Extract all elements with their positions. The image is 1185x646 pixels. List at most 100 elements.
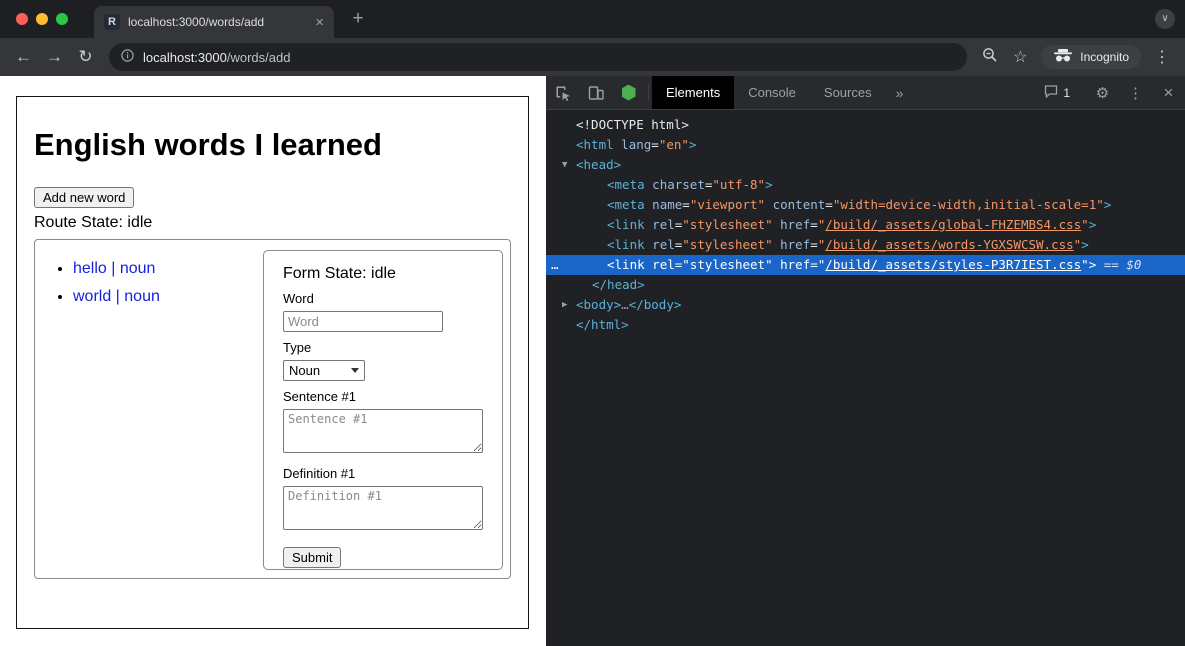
code-token: <meta	[607, 177, 645, 192]
code-token: "stylesheet"	[682, 237, 772, 252]
word-link-world[interactable]: world | noun	[73, 288, 160, 305]
form-state-text: Form State: idle	[283, 265, 483, 283]
dom-tree-line[interactable]: </head>	[546, 275, 1185, 295]
code-token: rel	[652, 257, 675, 272]
sentence-label: Sentence #1	[283, 389, 483, 404]
browser-menu-kebab-icon[interactable]: ⋮	[1147, 47, 1177, 67]
url-host: localhost:3000	[143, 50, 227, 65]
code-token: >	[765, 177, 773, 192]
code-token: name	[652, 197, 682, 212]
device-toolbar-icon[interactable]	[579, 76, 612, 109]
code-token: <!DOCTYPE html>	[576, 117, 689, 132]
dom-tree-line[interactable]: <html lang="en">	[546, 135, 1185, 155]
type-select[interactable]: Noun	[283, 360, 365, 381]
message-count: 1	[1063, 86, 1070, 100]
sentence-textarea[interactable]	[283, 409, 483, 453]
new-tab-button[interactable]: +	[346, 7, 370, 31]
extension-hexagon-icon[interactable]	[612, 76, 645, 109]
code-token: "utf-8"	[712, 177, 765, 192]
code-token	[773, 217, 781, 232]
dom-tree-line[interactable]: <link rel="stylesheet" href="/build/_ass…	[546, 215, 1185, 235]
submit-button[interactable]: Submit	[283, 547, 341, 568]
url-path: /words/add	[227, 50, 291, 65]
bookmark-star-icon[interactable]: ☆	[1005, 47, 1035, 67]
site-info-icon[interactable]	[121, 49, 134, 65]
code-token: href	[780, 217, 810, 232]
add-new-word-button[interactable]: Add new word	[34, 187, 134, 208]
tab-console[interactable]: Console	[734, 76, 810, 109]
console-messages-badge[interactable]: 1	[1035, 84, 1079, 101]
devtools-menu-kebab-icon[interactable]: ⋮	[1119, 84, 1152, 102]
code-token	[1096, 257, 1104, 272]
code-token: charset	[652, 177, 705, 192]
dom-tree-line[interactable]: …<link rel="stylesheet" href="/build/_as…	[546, 255, 1185, 275]
close-window-button[interactable]	[16, 13, 28, 25]
tab-title: localhost:3000/words/add	[128, 15, 309, 29]
devtools-close-icon[interactable]: ×	[1152, 83, 1185, 103]
overflow-ellipsis-icon[interactable]: …	[551, 255, 559, 275]
code-token: =	[825, 197, 833, 212]
expanded-arrow-icon[interactable]: ▼	[562, 155, 567, 175]
route-state-text: Route State: idle	[34, 214, 511, 232]
dom-tree: <!DOCTYPE html><html lang="en">▼<head><m…	[546, 110, 1185, 335]
content-area: English words I learned Add new word Rou…	[0, 76, 1185, 646]
code-token: =	[810, 257, 818, 272]
code-token: "	[1081, 217, 1089, 232]
code-token: rel	[652, 217, 675, 232]
more-panels-icon[interactable]: »	[886, 76, 914, 109]
incognito-icon	[1053, 49, 1073, 65]
code-token: "stylesheet"	[682, 257, 772, 272]
devtools-toolbar: Elements Console Sources » 1 ⚙ ⋮ ×	[546, 76, 1185, 110]
dom-tree-line[interactable]: <!DOCTYPE html>	[546, 115, 1185, 135]
zoom-icon[interactable]	[975, 47, 1005, 68]
devtools-panel: Elements Console Sources » 1 ⚙ ⋮ ×	[546, 76, 1185, 646]
dom-tree-line[interactable]: <link rel="stylesheet" href="/build/_ass…	[546, 235, 1185, 255]
tab-search-button[interactable]: ∨	[1155, 9, 1175, 29]
dom-tree-line[interactable]: <meta name="viewport" content="width=dev…	[546, 195, 1185, 215]
dom-tree-line[interactable]: ▼<head>	[546, 155, 1185, 175]
maximize-window-button[interactable]	[56, 13, 68, 25]
web-page: English words I learned Add new word Rou…	[0, 76, 546, 646]
code-token: =	[810, 237, 818, 252]
definition-textarea[interactable]	[283, 486, 483, 530]
inspect-element-icon[interactable]	[546, 76, 579, 109]
settings-gear-icon[interactable]: ⚙	[1086, 84, 1119, 102]
words-panel: hello | noun world | noun Form State: id…	[34, 239, 511, 579]
dom-tree-line[interactable]: </html>	[546, 315, 1185, 335]
code-token: /build/_assets/global-FHZEMBS4.css	[825, 217, 1081, 232]
dom-tree-line[interactable]: ▶<body>…</body>	[546, 295, 1185, 315]
code-token: =	[682, 197, 690, 212]
code-token: <link	[607, 217, 645, 232]
code-token: "	[1081, 257, 1089, 272]
code-token: "viewport"	[690, 197, 765, 212]
code-token: href	[780, 257, 810, 272]
navigation-bar: ← → ↻ localhost:3000/words/add ☆ Incogni…	[0, 38, 1185, 76]
forward-button[interactable]: →	[39, 47, 70, 67]
code-token: …	[621, 297, 629, 312]
toolbar-divider	[648, 84, 649, 101]
word-input[interactable]	[283, 311, 443, 332]
code-token: >	[1104, 197, 1112, 212]
code-token: content	[773, 197, 826, 212]
browser-tab[interactable]: R localhost:3000/words/add ×	[94, 6, 334, 38]
incognito-badge[interactable]: Incognito	[1041, 45, 1141, 69]
incognito-label: Incognito	[1080, 50, 1129, 64]
code-token: <html	[576, 137, 614, 152]
minimize-window-button[interactable]	[36, 13, 48, 25]
tab-elements[interactable]: Elements	[652, 76, 734, 109]
add-word-form: Form State: idle Word Type Noun Sentence…	[263, 250, 503, 570]
back-button[interactable]: ←	[8, 47, 39, 67]
tab-close-icon[interactable]: ×	[315, 14, 324, 31]
type-label: Type	[283, 340, 483, 355]
tab-sources[interactable]: Sources	[810, 76, 886, 109]
code-token: rel	[652, 237, 675, 252]
word-link-hello[interactable]: hello | noun	[73, 260, 155, 277]
url-bar[interactable]: localhost:3000/words/add	[109, 43, 967, 71]
dom-tree-line[interactable]: <meta charset="utf-8">	[546, 175, 1185, 195]
reload-button[interactable]: ↻	[70, 47, 101, 67]
code-token: lang	[621, 137, 651, 152]
code-token	[773, 237, 781, 252]
collapsed-arrow-icon[interactable]: ▶	[562, 295, 567, 315]
code-token: <link	[607, 257, 645, 272]
code-token: <link	[607, 237, 645, 252]
